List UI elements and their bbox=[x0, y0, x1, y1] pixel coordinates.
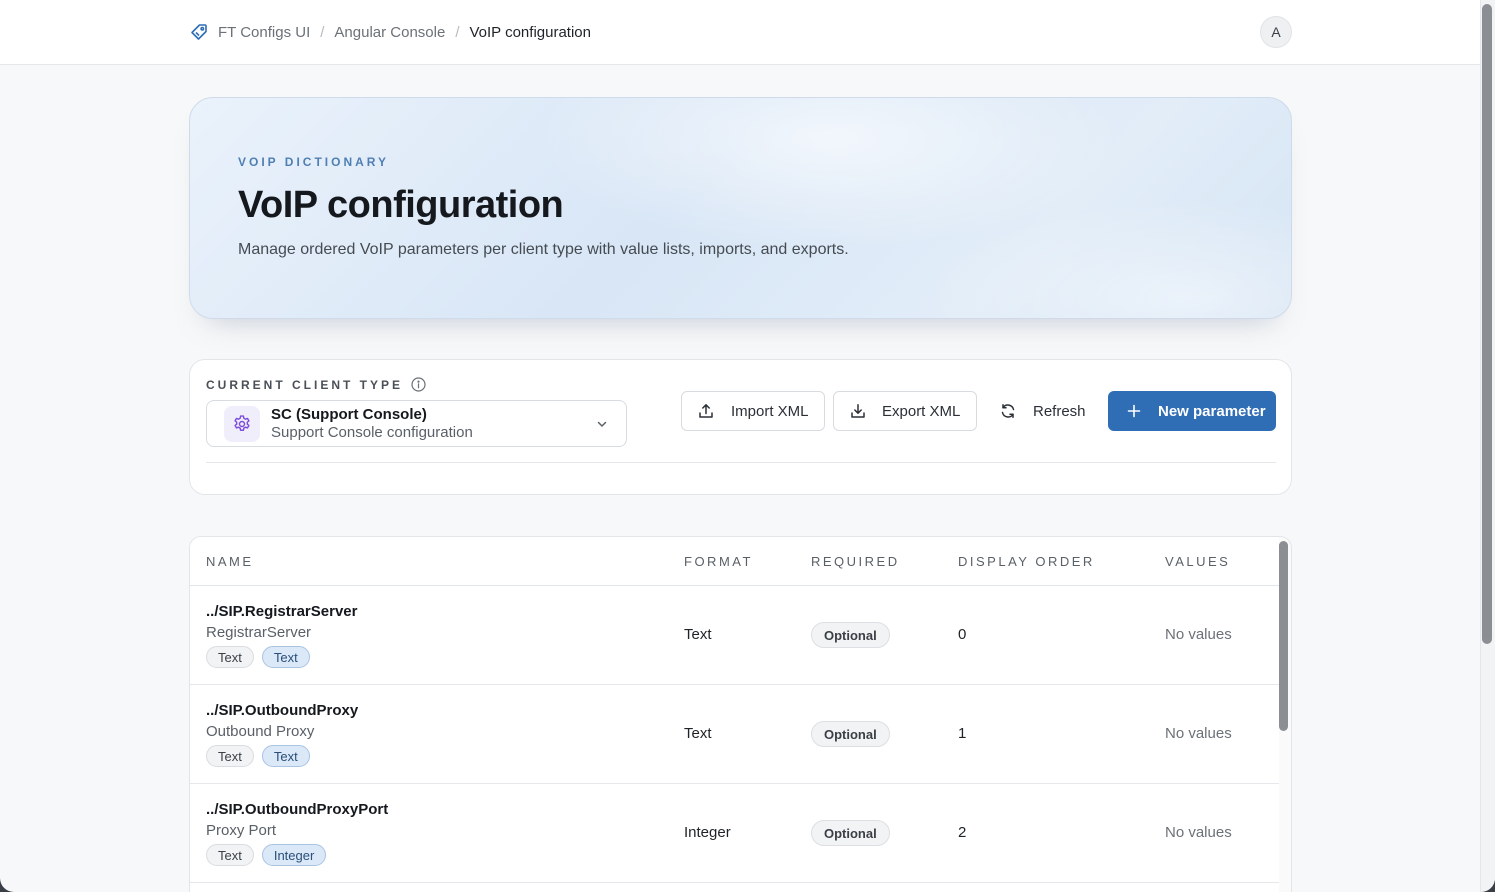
upload-icon bbox=[698, 403, 714, 419]
parameter-label: Proxy Port bbox=[206, 822, 277, 839]
client-type-selected-description: Support Console configuration bbox=[271, 424, 473, 441]
import-xml-button[interactable]: Import XML bbox=[681, 391, 825, 431]
tag-icon bbox=[190, 23, 208, 41]
parameter-label: Outbound Proxy bbox=[206, 723, 315, 740]
chevron-down-icon bbox=[595, 417, 609, 431]
refresh-icon bbox=[1000, 403, 1016, 419]
parameter-name: ../SIP.OutboundProxyPort bbox=[206, 801, 389, 818]
refresh-label: Refresh bbox=[1033, 402, 1086, 420]
table-scrollbar-thumb[interactable] bbox=[1279, 541, 1288, 731]
page-subtitle: Manage ordered VoIP parameters per clien… bbox=[238, 241, 849, 258]
client-type-selected-name: SC (Support Console) bbox=[271, 406, 427, 423]
parameter-label: RegistrarServer bbox=[206, 624, 312, 641]
new-parameter-label: New parameter bbox=[1158, 402, 1266, 420]
type-tag: Text bbox=[206, 844, 254, 866]
client-type-label: CURRENT CLIENT TYPE bbox=[206, 377, 426, 392]
type-tag: Text bbox=[206, 646, 254, 668]
parameter-values: No values bbox=[1165, 824, 1232, 841]
parameter-tags: Text Text bbox=[206, 745, 310, 767]
user-avatar[interactable]: A bbox=[1260, 16, 1292, 48]
table-row[interactable]: ../SIP.RegistrarServer RegistrarServer T… bbox=[190, 586, 1279, 685]
hero-banner: VOIP DICTIONARY VoIP configuration Manag… bbox=[189, 97, 1292, 319]
parameter-tags: Text Integer bbox=[206, 844, 327, 866]
breadcrumb-separator: / bbox=[320, 23, 325, 41]
toolbar-divider bbox=[206, 462, 1276, 463]
breadcrumb-item-ft-configs[interactable]: FT Configs UI bbox=[218, 24, 310, 41]
parameter-format: Text bbox=[684, 725, 712, 742]
client-type-select[interactable]: SC (Support Console) Support Console con… bbox=[206, 400, 627, 447]
required-badge: Optional bbox=[811, 622, 890, 648]
page-title: VoIP configuration bbox=[238, 184, 564, 226]
parameter-format: Integer bbox=[684, 824, 731, 841]
refresh-button[interactable]: Refresh bbox=[1000, 391, 1096, 431]
column-header-format[interactable]: FORMAT bbox=[684, 554, 753, 569]
info-icon[interactable] bbox=[411, 377, 426, 392]
type-tag: Text bbox=[206, 745, 254, 767]
table-row[interactable]: ../SIP.OutboundProxyPort Proxy Port Text… bbox=[190, 784, 1279, 883]
export-xml-button[interactable]: Export XML bbox=[833, 391, 977, 431]
client-type-label-text: CURRENT CLIENT TYPE bbox=[206, 377, 404, 392]
column-header-values[interactable]: VALUES bbox=[1165, 554, 1230, 569]
parameter-tags: Text Text bbox=[206, 646, 310, 668]
required-badge: Optional bbox=[811, 820, 890, 846]
required-badge: Optional bbox=[811, 721, 890, 747]
export-xml-label: Export XML bbox=[882, 402, 961, 420]
parameter-values: No values bbox=[1165, 626, 1232, 643]
parameters-table: NAME FORMAT REQUIRED DISPLAY ORDER VALUE… bbox=[189, 536, 1292, 892]
new-parameter-button[interactable]: New parameter bbox=[1108, 391, 1276, 431]
breadcrumb-item-current: VoIP configuration bbox=[469, 23, 591, 41]
column-header-display-order[interactable]: DISPLAY ORDER bbox=[958, 554, 1095, 569]
format-tag: Text bbox=[261, 646, 310, 668]
parameter-name: ../SIP.OutboundProxy bbox=[206, 702, 359, 719]
plus-icon bbox=[1126, 403, 1142, 419]
page-scrollbar-thumb[interactable] bbox=[1482, 4, 1492, 644]
breadcrumb-separator: / bbox=[455, 23, 460, 41]
format-tag: Integer bbox=[261, 844, 327, 866]
format-tag: Text bbox=[261, 745, 310, 767]
column-header-required[interactable]: REQUIRED bbox=[811, 554, 900, 569]
parameter-values: No values bbox=[1165, 725, 1232, 742]
top-bar: FT Configs UI / Angular Console / VoIP c… bbox=[0, 0, 1480, 65]
parameter-display-order: 0 bbox=[958, 626, 967, 643]
parameter-display-order: 2 bbox=[958, 824, 967, 841]
download-icon bbox=[850, 403, 866, 419]
parameter-display-order: 1 bbox=[958, 725, 967, 742]
client-type-toolbar: CURRENT CLIENT TYPE SC (Support Console)… bbox=[189, 359, 1292, 495]
gear-icon bbox=[224, 406, 260, 442]
app-viewport: FT Configs UI / Angular Console / VoIP c… bbox=[0, 0, 1495, 892]
column-header-name[interactable]: NAME bbox=[206, 554, 254, 569]
parameter-format: Text bbox=[684, 626, 712, 643]
table-header: NAME FORMAT REQUIRED DISPLAY ORDER VALUE… bbox=[190, 537, 1279, 586]
breadcrumb-item-angular-console[interactable]: Angular Console bbox=[334, 24, 445, 41]
breadcrumb: FT Configs UI / Angular Console / VoIP c… bbox=[190, 21, 591, 43]
table-row[interactable]: ../SIP.OutboundProxy Outbound Proxy Text… bbox=[190, 685, 1279, 784]
parameter-name: ../SIP.RegistrarServer bbox=[206, 603, 358, 620]
import-xml-label: Import XML bbox=[731, 402, 809, 420]
hero-eyebrow: VOIP DICTIONARY bbox=[238, 155, 390, 169]
